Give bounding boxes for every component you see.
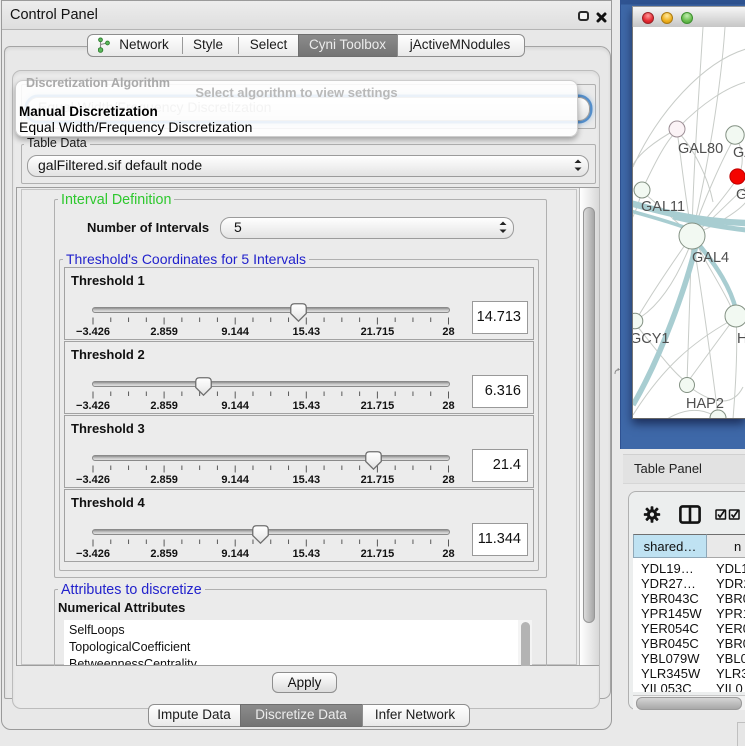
- svg-text:GCY1: GCY1: [633, 331, 670, 347]
- svg-text:GA: GA: [733, 145, 745, 161]
- svg-text:H: H: [737, 331, 745, 347]
- svg-text:GAL4: GAL4: [692, 250, 729, 266]
- svg-text:G: G: [736, 187, 745, 203]
- svg-text:HAP2: HAP2: [686, 396, 724, 412]
- svg-text:GAL80: GAL80: [678, 141, 723, 157]
- svg-text:GAL11: GAL11: [641, 199, 685, 215]
